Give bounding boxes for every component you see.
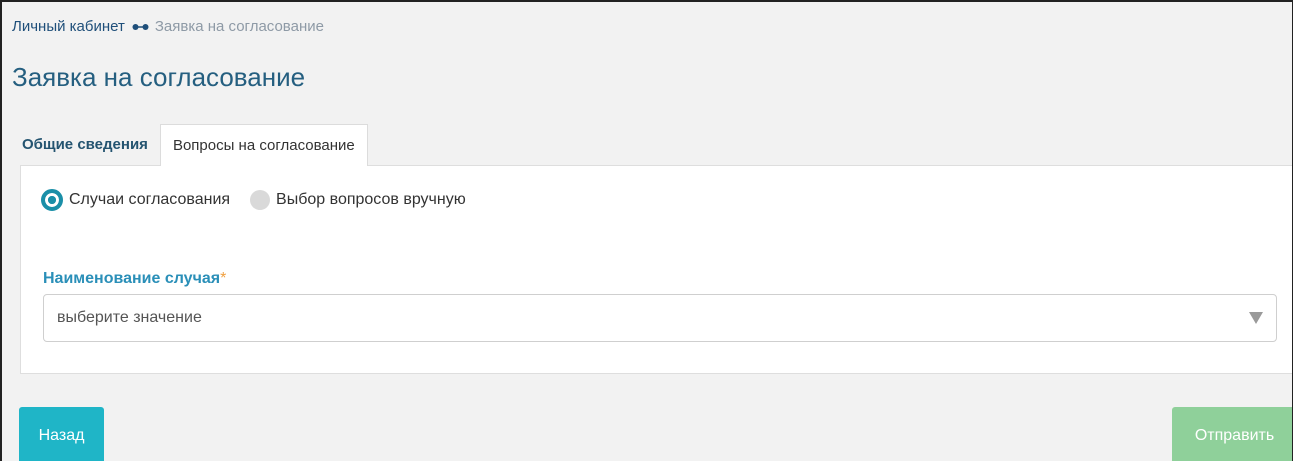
radio-approval-cases[interactable]: Случаи согласования — [41, 189, 230, 211]
radio-approval-cases-label: Случаи согласования — [69, 191, 231, 208]
case-name-label: Наименование случая* — [43, 270, 226, 288]
radio-unchecked-icon[interactable] — [250, 190, 271, 210]
breadcrumb-separator-icon — [132, 23, 149, 31]
case-name-label-text: Наименование случая — [43, 270, 221, 287]
breadcrumb-current: Заявка на согласование — [154, 18, 324, 35]
back-button[interactable]: Назад — [19, 407, 104, 461]
case-name-select-value: выберите значение — [57, 309, 202, 326]
tab-general-info[interactable]: Общие сведения — [12, 124, 160, 164]
radio-manual-selection-label: Выбор вопросов вручную — [276, 191, 466, 208]
send-button[interactable]: Отправить — [1172, 407, 1292, 461]
page-frame: Личный кабинет Заявка на согласование За… — [0, 0, 1293, 461]
tab-approval-questions[interactable]: Вопросы на согласование — [159, 124, 368, 166]
radio-manual-selection[interactable]: Выбор вопросов вручную — [250, 190, 466, 210]
case-name-select[interactable]: выберите значение — [43, 294, 1277, 342]
breadcrumb: Личный кабинет Заявка на согласование — [12, 18, 324, 35]
required-mark: * — [220, 270, 227, 287]
mode-radio-group: Случаи согласования Выбор вопросов вручн… — [41, 189, 466, 211]
tab-bar: Общие сведения Вопросы на согласование — [12, 124, 368, 166]
breadcrumb-home-link[interactable]: Личный кабинет — [12, 18, 125, 35]
radio-checked-icon[interactable] — [41, 189, 63, 211]
page-title: Заявка на согласование — [12, 62, 306, 92]
dropdown-arrow-icon[interactable] — [1249, 312, 1263, 324]
tab-panel: Случаи согласования Выбор вопросов вручн… — [20, 165, 1292, 374]
